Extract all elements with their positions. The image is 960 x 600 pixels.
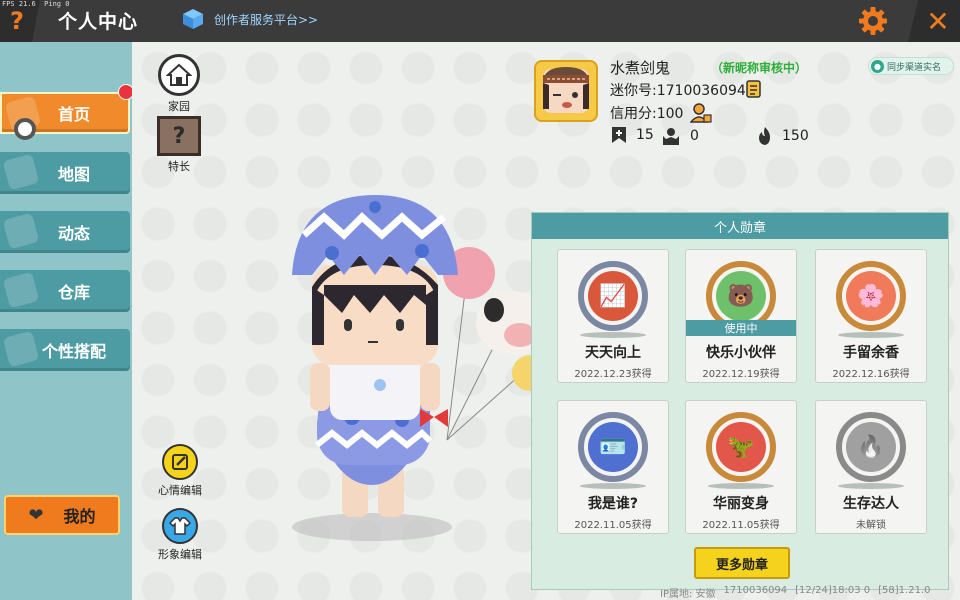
bookmark-plus-icon	[612, 127, 626, 143]
home-button-label: 家园	[168, 100, 190, 113]
badge-date: 2022.12.23获得	[574, 369, 652, 380]
question-mark-icon: ?	[10, 7, 24, 35]
copy-icon[interactable]	[746, 80, 764, 100]
house-icon	[158, 54, 200, 96]
badge-name: 我是谁?	[587, 496, 639, 512]
nav-item-label: 仓库	[57, 283, 90, 302]
nav-item-label: 动态	[57, 224, 90, 243]
flower-medal-icon: 🌸	[833, 258, 909, 334]
badge-name: 手留余香	[843, 345, 899, 361]
top-bar: ? FPS 21.6 Ping 0 个人中心 创作者服务平台>> ✕	[0, 0, 960, 42]
card-medal-icon: 🪪	[575, 409, 651, 485]
badge-card[interactable]: 🔥 生存达人 未解锁	[815, 400, 927, 534]
pencil-icon	[162, 444, 198, 480]
nav-item-label: 个性搭配	[41, 342, 106, 361]
cube-icon	[183, 9, 203, 29]
followers-count: 0	[690, 128, 699, 144]
stat-likes: 15	[610, 126, 654, 144]
footer-uid: 1710036094	[723, 585, 788, 596]
more-badges-button[interactable]: 更多勋章	[694, 547, 790, 579]
nav-item-activity[interactable]: 动态	[0, 211, 130, 253]
nav-item-warehouse[interactable]: 仓库	[0, 270, 130, 312]
footer-version: [58]1.21.0	[878, 585, 931, 596]
stat-followers: 0	[660, 126, 699, 146]
shirt-icon	[162, 508, 198, 544]
settings-button[interactable]	[856, 4, 890, 38]
badge-name: 快乐小伙伴	[706, 345, 776, 361]
gear-icon	[859, 7, 887, 35]
credit-score: 信用分:100	[610, 106, 684, 122]
badge-card[interactable]: 📈 天天向上 2022.12.23获得	[557, 249, 669, 383]
badge-card[interactable]: 🦖 华丽变身 2022.11.05获得	[685, 400, 797, 534]
creator-link-label: 创作者服务平台>>	[214, 12, 319, 27]
badge-panel-title: 个人勋章	[532, 213, 948, 239]
sync-realname-button[interactable]: ● 同步渠道实名	[868, 57, 954, 75]
badge-card[interactable]: 🌸 手留余香 2022.12.16获得	[815, 249, 927, 383]
skill-button-label: 特长	[168, 160, 190, 173]
fans-icon	[663, 128, 679, 145]
person-icon: ●	[871, 59, 884, 73]
profile-avatar[interactable]	[534, 60, 598, 122]
ip-location: IP属地: 安徽	[660, 589, 716, 600]
badge-date: 2022.12.19获得	[702, 369, 780, 380]
chart-medal-icon: 📈	[575, 258, 651, 334]
heart-icon: ❤	[28, 504, 44, 526]
mine-label: 我的	[63, 507, 96, 526]
mood-edit-label: 心情编辑	[158, 484, 202, 497]
heat-count: 150	[782, 128, 809, 144]
transform-medal-icon: 🦖	[703, 409, 779, 485]
badge-card[interactable]: 🐻 使用中 快乐小伙伴 2022.12.19获得	[685, 249, 797, 383]
mini-id: 迷你号:1710036094	[610, 83, 746, 99]
stat-heat: 150	[756, 126, 809, 146]
badge-name: 生存达人	[843, 496, 899, 512]
close-button[interactable]: ✕	[908, 0, 960, 42]
warehouse-icon	[2, 271, 40, 309]
map-icon	[2, 153, 40, 191]
avatar-face-icon	[543, 67, 589, 113]
credit-person-icon[interactable]	[690, 103, 712, 123]
home-button[interactable]: 家园	[158, 54, 200, 114]
nav-item-label: 首页	[57, 105, 90, 124]
mine-button[interactable]: ❤ 我的	[4, 495, 120, 535]
badge-date: 2022.11.05获得	[702, 520, 780, 531]
badge-date: 2022.12.16获得	[832, 369, 910, 380]
outfit-icon	[2, 330, 40, 368]
fire-medal-icon: 🔥	[833, 409, 909, 485]
badge-card[interactable]: 🪪 我是谁? 2022.11.05获得	[557, 400, 669, 534]
footer-time: [12/24]18:03 0	[795, 585, 871, 596]
bell-icon	[2, 212, 40, 250]
image-edit-button[interactable]: 形象编辑	[158, 508, 202, 562]
question-box-icon: ?	[157, 116, 201, 156]
badge-date: 未解锁	[856, 520, 886, 531]
footer-info: IP属地: 安徽 1710036094 [12/24]18:03 0 [58]1…	[660, 585, 930, 600]
name-review-status: （新昵称审核中）	[711, 61, 808, 75]
nav-item-label: 地图	[57, 165, 90, 184]
profile-name: 水煮剑鬼	[610, 59, 671, 77]
badge-name: 华丽变身	[713, 496, 769, 512]
close-icon: ✕	[926, 4, 950, 38]
sync-label: 同步渠道实名	[887, 62, 942, 73]
touch-indicator	[14, 118, 36, 140]
avatar-character[interactable]	[262, 195, 562, 555]
badge-panel: 个人勋章 📈 天天向上 2022.12.23获得 🐻 使用中 快乐小伙伴 202…	[531, 212, 949, 590]
creator-platform-link[interactable]: 创作者服务平台>>	[182, 8, 318, 30]
likes-count: 15	[636, 127, 654, 143]
page-title: 个人中心	[58, 11, 139, 33]
flame-icon	[759, 127, 770, 145]
mood-edit-button[interactable]: 心情编辑	[158, 444, 202, 498]
badge-date: 2022.11.05获得	[574, 520, 652, 531]
nav-item-outfit[interactable]: 个性搭配	[0, 329, 130, 371]
skill-button[interactable]: ? 特长	[157, 116, 201, 174]
badge-name: 天天向上	[585, 345, 641, 361]
nav-item-map[interactable]: 地图	[0, 152, 130, 194]
image-edit-label: 形象编辑	[158, 548, 202, 561]
